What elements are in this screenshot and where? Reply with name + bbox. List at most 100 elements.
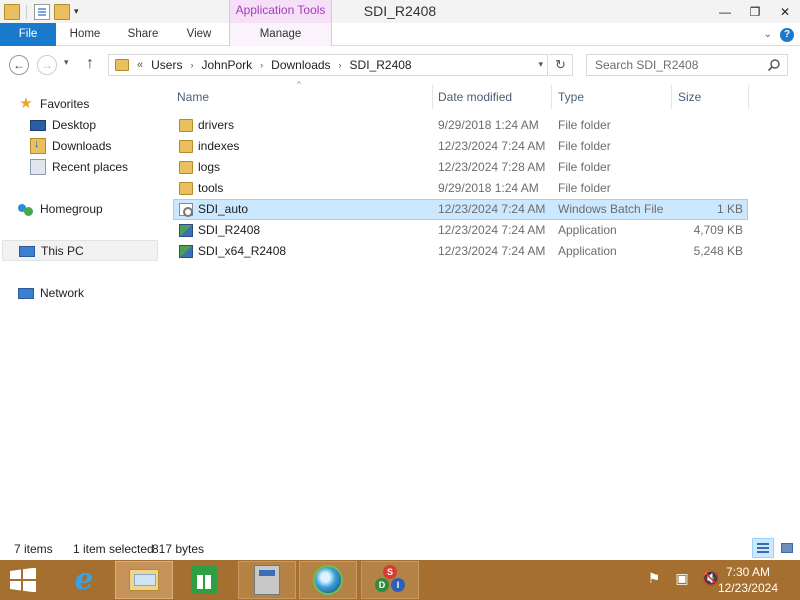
file-size: 4,709 KB <box>693 223 743 237</box>
tab-file[interactable]: File <box>0 23 56 46</box>
desktop-icon <box>30 120 46 131</box>
file-size: 1 KB <box>716 202 743 216</box>
taskbar-store[interactable] <box>175 561 233 599</box>
close-button[interactable]: ✕ <box>770 0 800 23</box>
application-icon <box>179 224 193 237</box>
breadcrumb-johnpork[interactable]: JohnPork <box>201 58 252 72</box>
maximize-button[interactable]: ❐ <box>740 0 770 23</box>
this-pc-icon <box>19 246 35 257</box>
star-icon: ★ <box>19 94 33 112</box>
taskbar-file-explorer[interactable] <box>115 561 173 599</box>
file-date: 12/23/2024 7:24 AM <box>438 202 546 216</box>
folder-icon <box>179 140 193 153</box>
search-input[interactable] <box>595 55 765 75</box>
column-header-size[interactable]: Size <box>678 85 701 109</box>
sidebar-item-recent-places[interactable]: Recent places <box>30 156 158 177</box>
breadcrumb-downloads[interactable]: Downloads <box>271 58 330 72</box>
taskbar-clock[interactable]: 7:30 AM 12/23/2024 <box>718 564 778 596</box>
title-bar: ▾ Application Tools SDI_R2408 — ❐ ✕ <box>0 0 800 23</box>
tab-share[interactable]: Share <box>114 23 172 46</box>
sidebar-item-favorites[interactable]: ★ Favorites <box>18 93 158 114</box>
file-date: 12/23/2024 7:24 AM <box>438 244 546 258</box>
column-divider[interactable] <box>671 85 672 109</box>
taskbar-setup-app[interactable] <box>238 561 296 599</box>
action-center-flag-icon[interactable]: ⚑ <box>646 570 662 586</box>
sidebar-item-downloads[interactable]: Downloads <box>30 135 158 156</box>
table-row[interactable]: SDI_R2408 12/23/2024 7:24 AM Application… <box>173 220 748 241</box>
minimize-button[interactable]: — <box>710 0 740 23</box>
table-row[interactable]: indexes 12/23/2024 7:24 AM File folder <box>173 136 748 157</box>
sidebar-item-this-pc[interactable]: This PC <box>2 240 158 261</box>
start-button[interactable] <box>8 567 38 593</box>
status-bar: 7 items 1 item selected 817 bytes <box>0 538 800 560</box>
sort-ascending-icon: ^ <box>297 80 301 89</box>
sidebar-item-label: Downloads <box>52 138 112 153</box>
file-size: 5,248 KB <box>693 244 743 258</box>
column-header-date-modified[interactable]: Date modified <box>438 85 512 109</box>
table-row[interactable]: drivers 9/29/2018 1:24 AM File folder <box>173 115 748 136</box>
table-row[interactable]: SDI_x64_R2408 12/23/2024 7:24 AM Applica… <box>173 241 748 262</box>
sidebar-item-network[interactable]: Network <box>18 282 158 303</box>
sidebar-item-homegroup[interactable]: Homegroup <box>18 198 158 219</box>
taskbar-browser[interactable] <box>299 561 357 599</box>
tab-home[interactable]: Home <box>56 23 114 46</box>
file-type: File folder <box>558 160 611 174</box>
taskbar-internet-explorer[interactable]: e <box>55 561 113 599</box>
recent-places-icon <box>30 158 46 175</box>
breadcrumb-sdi-r2408[interactable]: SDI_R2408 <box>350 58 412 72</box>
folder-icon <box>179 182 193 195</box>
taskbar-snappy-driver-installer[interactable]: S D I <box>361 561 419 599</box>
tab-view[interactable]: View <box>172 23 226 46</box>
tab-manage[interactable]: Manage <box>229 23 332 46</box>
file-type: File folder <box>558 139 611 153</box>
large-icons-view-icon <box>781 543 793 553</box>
qat-dropdown-icon[interactable]: ▾ <box>74 6 84 17</box>
address-bar[interactable]: « Users › JohnPork › Downloads › SDI_R24… <box>108 54 548 76</box>
properties-icon[interactable] <box>34 3 50 20</box>
refresh-button[interactable]: ↻ <box>549 54 573 76</box>
file-date: 12/23/2024 7:24 AM <box>438 223 546 237</box>
column-divider[interactable] <box>551 85 552 109</box>
search-box[interactable] <box>586 54 788 76</box>
up-arrow-icon[interactable]: ↑ <box>86 56 94 72</box>
search-icon[interactable] <box>767 58 781 72</box>
file-name: SDI_x64_R2408 <box>198 244 287 258</box>
sidebar-item-label: Recent places <box>52 159 129 174</box>
table-row[interactable]: tools 9/29/2018 1:24 AM File folder <box>173 178 748 199</box>
volume-muted-icon[interactable]: 🔇 <box>702 570 719 586</box>
column-header-type[interactable]: Type <box>558 85 584 109</box>
new-folder-icon[interactable] <box>54 3 70 20</box>
table-row-selected[interactable]: SDI_auto 12/23/2024 7:24 AM Windows Batc… <box>173 199 748 220</box>
file-list: ^ Name Date modified Type Size drivers 9… <box>170 80 800 535</box>
address-row: ← → ▾ ↑ « Users › JohnPork › Downloads ›… <box>0 47 800 85</box>
internet-explorer-icon: e <box>74 562 94 597</box>
column-header-name[interactable]: Name <box>177 85 209 109</box>
breadcrumb-users[interactable]: Users <box>151 58 182 72</box>
hidden-crumbs-icon[interactable]: « <box>137 59 143 71</box>
address-dropdown-icon[interactable]: ▾ <box>538 59 543 70</box>
details-view-button[interactable] <box>752 538 774 558</box>
back-button[interactable]: ← <box>9 55 29 75</box>
globe-icon <box>313 565 343 595</box>
sidebar-item-desktop[interactable]: Desktop <box>30 114 158 135</box>
file-name: SDI_R2408 <box>198 223 261 237</box>
sdi-letter-i: I <box>391 578 405 592</box>
selection-size: 817 bytes <box>152 542 205 556</box>
taskbar: e S D I ⚑ ▣ 🔇 7:30 AM 12/23/2024 <box>0 560 800 600</box>
breadcrumb-separator-icon[interactable]: › <box>190 60 193 70</box>
recent-locations-dropdown-icon[interactable]: ▾ <box>64 57 69 68</box>
column-divider[interactable] <box>432 85 433 109</box>
table-row[interactable]: logs 12/23/2024 7:28 AM File folder <box>173 157 748 178</box>
sidebar-item-label: Network <box>40 285 85 300</box>
application-tools-label: Application Tools <box>229 0 332 23</box>
network-status-icon[interactable]: ▣ <box>674 570 690 586</box>
forward-button[interactable]: → <box>37 55 57 75</box>
breadcrumb-separator-icon[interactable]: › <box>339 60 342 70</box>
breadcrumb-separator-icon[interactable]: › <box>260 60 263 70</box>
expand-ribbon-icon[interactable]: ⌄ <box>764 29 772 40</box>
file-date: 9/29/2018 1:24 AM <box>438 181 539 195</box>
column-divider[interactable] <box>748 85 749 109</box>
large-icons-view-button[interactable] <box>776 538 798 558</box>
help-icon[interactable]: ? <box>780 27 794 42</box>
file-explorer-icon <box>129 569 159 591</box>
